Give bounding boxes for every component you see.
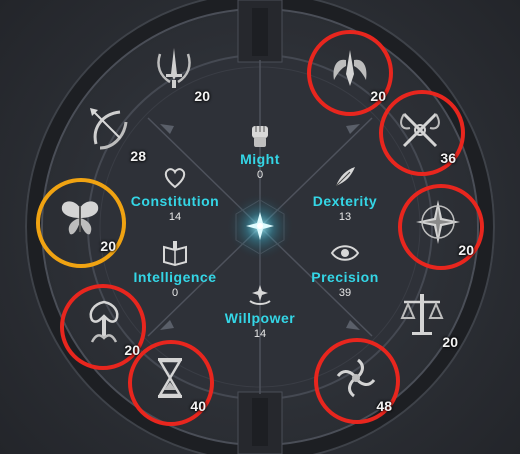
attribute-wheel-panel: Might 0 Constitution 14 Dexterity 13 Int… [0,0,520,454]
butterfly-icon [61,201,99,235]
stat-dexterity[interactable]: Dexterity 13 [285,160,405,223]
stat-willpower-label: Willpower [224,310,296,326]
stat-dexterity-label: Dexterity [312,193,378,209]
skill-upper-right[interactable]: 36 [392,104,456,166]
tree-icon [89,300,119,343]
skill-right-value: 20 [458,242,474,258]
skill-upper-left-value: 28 [130,148,146,164]
hourglass-icon [157,358,183,398]
skill-top-left-value: 20 [194,88,210,104]
skill-bottom-left-value: 40 [190,398,206,414]
skill-bottom-right-value: 48 [376,398,392,414]
book-icon [163,241,187,267]
bow-icon [90,108,128,150]
skill-lower-right[interactable]: 20 [394,288,458,350]
fist-icon [252,126,268,147]
core-crystal-icon [246,212,274,240]
eye-icon [330,245,360,261]
skill-upper-left[interactable]: 28 [82,102,146,164]
stat-willpower-value: 14 [253,328,267,340]
winged-blade-icon [333,50,367,86]
skill-lower-left[interactable]: 20 [76,296,140,358]
skill-right[interactable]: 20 [410,196,474,258]
scales-icon [400,294,444,335]
skill-bottom-right[interactable]: 48 [328,352,392,414]
skill-top-left[interactable]: 20 [146,42,210,104]
sword-crest-icon [157,48,191,88]
skill-lower-right-value: 20 [442,334,458,350]
compass-star-icon [416,200,460,244]
stat-constitution[interactable]: Constitution 14 [115,160,235,223]
vortex-icon [336,358,376,398]
feather-icon [335,167,355,187]
stat-constitution-value: 14 [168,211,182,223]
skill-left[interactable]: 20 [52,192,116,254]
skill-left-value: 20 [100,238,116,254]
sparkle-hand-icon [249,285,271,305]
skill-upper-right-value: 36 [440,150,456,166]
heart-icon [164,168,186,189]
stat-dexterity-value: 13 [338,211,352,223]
stat-constitution-label: Constitution [130,193,220,209]
skill-top-right[interactable]: 20 [322,42,386,104]
crossed-blades-icon [400,112,440,148]
skill-bottom-left[interactable]: 40 [142,352,206,414]
stat-willpower[interactable]: Willpower 14 [200,277,320,340]
skill-top-right-value: 20 [370,88,386,104]
